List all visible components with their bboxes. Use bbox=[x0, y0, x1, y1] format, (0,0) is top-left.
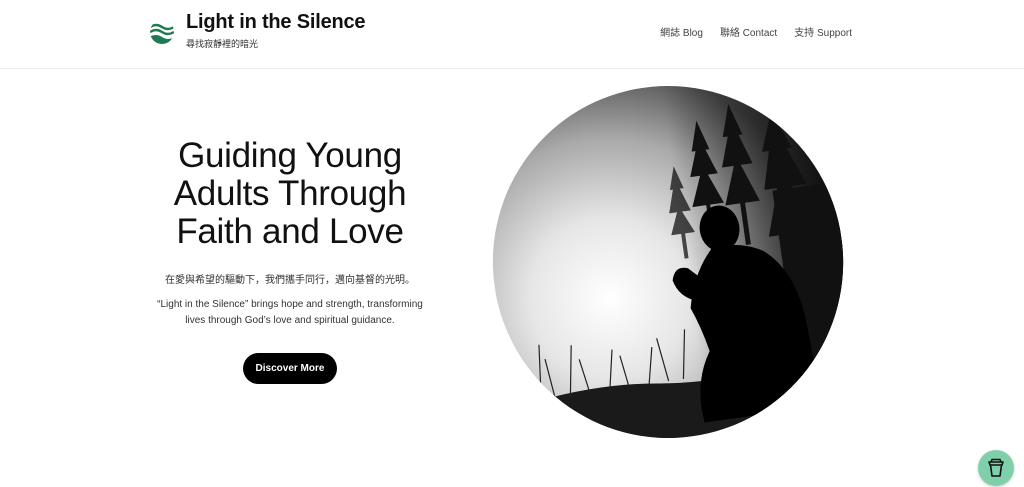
hero-description: “Light in the Silence” brings hope and s… bbox=[140, 297, 440, 329]
main-nav: 網誌 Blog 聯絡 Contact 支持 Support bbox=[660, 24, 852, 39]
hero-title: Guiding Young Adults Through Faith and L… bbox=[140, 137, 440, 251]
praying-silhouette-icon bbox=[470, 63, 866, 461]
hero-title-line: Faith and Love bbox=[176, 212, 404, 251]
support-coffee-button[interactable] bbox=[978, 450, 1014, 486]
coffee-cup-icon bbox=[988, 458, 1004, 477]
nav-support[interactable]: 支持 Support bbox=[794, 24, 852, 39]
site-header: Light in the Silence 尋找寂靜裡的暗光 網誌 Blog 聯絡… bbox=[0, 0, 1024, 69]
nav-contact[interactable]: 聯絡 Contact bbox=[720, 24, 777, 39]
site-title[interactable]: Light in the Silence bbox=[186, 11, 366, 34]
hero-chinese-text: 在愛與希望的驅動下，我們攜手同行，邁向基督的光明。 bbox=[165, 275, 415, 286]
nav-blog[interactable]: 網誌 Blog bbox=[660, 24, 703, 39]
logo-icon[interactable] bbox=[149, 19, 175, 45]
discover-more-button[interactable]: Discover More bbox=[243, 353, 337, 384]
hero-desc-line: lives through God’s love and spiritual g… bbox=[185, 315, 395, 326]
hero-title-line: Adults Through bbox=[173, 174, 407, 213]
site-tagline: 尋找寂靜裡的暗光 bbox=[186, 39, 259, 49]
hero-title-line: Guiding Young bbox=[178, 136, 402, 175]
hero-desc-line: “Light in the Silence” brings hope and s… bbox=[157, 299, 423, 310]
hero-image bbox=[470, 63, 866, 461]
